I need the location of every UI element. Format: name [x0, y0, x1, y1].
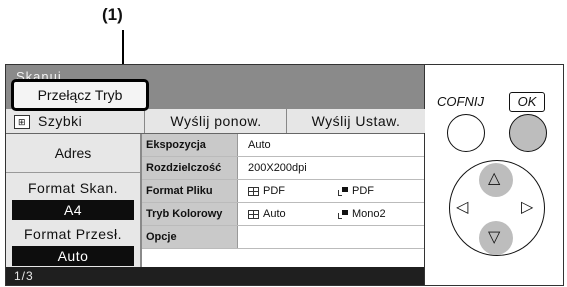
color-value-group: Auto	[248, 203, 286, 225]
send-format-button[interactable]: Auto	[12, 246, 134, 266]
tab-quick-label: Szybki	[38, 113, 83, 129]
color-value-group: PDF	[248, 180, 285, 202]
address-book-icon: ⊞	[14, 115, 30, 130]
ok-label: OK	[509, 92, 545, 112]
send-format-label: Format Przesł.	[23, 226, 122, 242]
page-indicator: 1/3	[14, 269, 34, 283]
setting-color-value: PDF	[263, 185, 285, 197]
address-button[interactable]: Adres	[6, 134, 140, 173]
scan-format-label: Format Skan.	[27, 180, 119, 196]
settings-table: Ekspozycja Auto Rozdzielczość 200X200dpi…	[142, 134, 424, 267]
right-arrow-icon[interactable]: ▷	[521, 200, 533, 216]
mono-icon	[338, 209, 348, 219]
setting-key: Tryb Kolorowy	[142, 203, 238, 225]
back-label: COFNIJ	[437, 94, 484, 109]
lcd-screen: Skanuj Przełącz Tryb ⊞ Szybki Wyślij pono…	[6, 65, 425, 285]
tab-bar: ⊞ Szybki Wyślij ponow. Wyślij Ustaw.	[6, 109, 425, 134]
status-bar: 1/3	[6, 267, 424, 285]
tab-quick[interactable]: ⊞ Szybki	[6, 109, 144, 133]
tab-send-settings[interactable]: Wyślij Ustaw.	[286, 109, 425, 133]
setting-key: Ekspozycja	[142, 134, 238, 156]
setting-mono-value: PDF	[352, 185, 374, 197]
mono-icon	[338, 186, 348, 196]
left-arrow-icon[interactable]: ◁	[456, 200, 468, 216]
device-frame: Skanuj Przełącz Tryb ⊞ Szybki Wyślij pono…	[5, 64, 564, 286]
ok-button[interactable]	[509, 114, 547, 152]
scan-format-button[interactable]: A4	[12, 200, 134, 220]
mono-value-group: PDF	[338, 180, 374, 202]
back-button[interactable]	[447, 114, 485, 152]
setting-value: Auto	[248, 139, 271, 151]
mono-value-group: Mono2	[338, 203, 386, 225]
color-icon	[248, 186, 259, 196]
color-icon	[248, 209, 259, 219]
setting-row-file-format[interactable]: Format Pliku PDF PDF	[142, 180, 424, 203]
setting-row-color-mode[interactable]: Tryb Kolorowy Auto Mono2	[142, 203, 424, 226]
setting-key: Opcje	[142, 226, 238, 248]
setting-mono-value: Mono2	[352, 208, 386, 220]
up-arrow-icon: △	[488, 170, 501, 187]
setting-key: Format Pliku	[142, 180, 238, 202]
setting-row-exposure[interactable]: Ekspozycja Auto	[142, 134, 424, 157]
control-panel: COFNIJ OK △ ▽ ◁ ▷	[425, 65, 563, 285]
setting-row-options[interactable]: Opcje	[142, 226, 424, 249]
down-arrow-icon: ▽	[488, 229, 501, 246]
tab-resend[interactable]: Wyślij ponow.	[144, 109, 287, 133]
setting-key: Rozdzielczość	[142, 157, 238, 179]
setting-color-value: Auto	[263, 208, 286, 220]
setting-row-resolution[interactable]: Rozdzielczość 200X200dpi	[142, 157, 424, 180]
setting-value: 200X200dpi	[248, 162, 307, 174]
callout-label: (1)	[102, 5, 123, 24]
direction-pad: △ ▽ ◁ ▷	[449, 160, 545, 256]
left-panel: Adres Format Skan. A4 Format Przesł. Aut…	[6, 134, 140, 267]
switch-mode-button[interactable]: Przełącz Tryb	[11, 79, 149, 111]
